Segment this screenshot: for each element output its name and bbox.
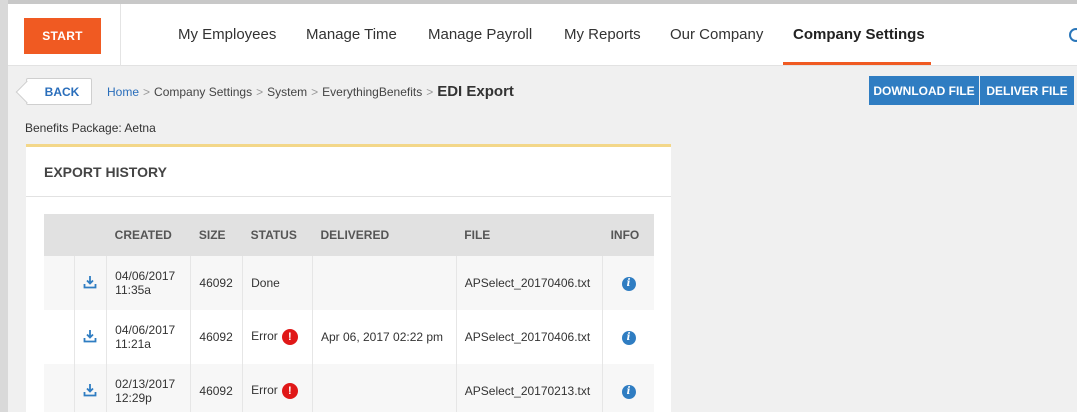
row-leading-cell	[44, 310, 75, 364]
row-leading-cell	[44, 364, 75, 412]
col-header-status: STATUS	[242, 214, 313, 256]
error-icon[interactable]: !	[281, 329, 298, 345]
card-title: EXPORT HISTORY	[26, 147, 671, 197]
status-text: Error	[251, 329, 278, 344]
back-button[interactable]: BACK	[15, 78, 92, 105]
nav-item-manage-payroll[interactable]: Manage Payroll	[428, 4, 532, 66]
info-cell[interactable]: i	[602, 364, 654, 412]
back-arrow-icon	[15, 80, 39, 104]
status-cell: Error!	[242, 364, 313, 412]
created-time: 11:35a	[115, 283, 151, 297]
nav-item-company-settings[interactable]: Company Settings	[793, 4, 925, 66]
page-title: EDI Export	[437, 83, 514, 100]
export-history-card: EXPORT HISTORY CREATED SIZE STATUS DELIV…	[26, 144, 671, 412]
col-header-file: FILE	[456, 214, 603, 256]
nav-item-my-employees[interactable]: My Employees	[178, 4, 276, 66]
created-date: 02/13/2017	[115, 377, 176, 391]
info-icon[interactable]: i	[621, 385, 636, 399]
download-icon[interactable]	[83, 329, 97, 346]
delivered-cell	[311, 364, 457, 412]
delivered-cell	[311, 256, 457, 310]
nav-item-manage-time[interactable]: Manage Time	[306, 4, 397, 66]
export-history-table: CREATED SIZE STATUS DELIVERED FILE INFO …	[44, 214, 654, 412]
size-cell: 46092	[190, 256, 243, 310]
col-header-created: CREATED	[106, 214, 191, 256]
info-icon[interactable]: i	[621, 331, 636, 345]
col-header-delivered: DELIVERED	[312, 214, 457, 256]
breadcrumb-company-settings[interactable]: Company Settings	[154, 85, 252, 99]
row-leading-cell	[44, 256, 75, 310]
download-cell[interactable]	[74, 256, 107, 310]
breadcrumb-separator: >	[143, 85, 151, 99]
col-header-spacer	[74, 214, 107, 256]
file-cell: APSelect_20170406.txt	[455, 256, 603, 310]
status-cell: Done	[242, 256, 313, 310]
download-icon[interactable]	[83, 275, 97, 292]
file-cell: APSelect_20170213.txt	[455, 364, 603, 412]
active-tab-indicator	[783, 62, 931, 65]
col-header-download	[44, 214, 75, 256]
breadcrumb-separator: >	[311, 85, 319, 99]
table-header-row: CREATED SIZE STATUS DELIVERED FILE INFO	[44, 214, 654, 256]
info-cell[interactable]: i	[602, 310, 654, 364]
nav-item-our-company[interactable]: Our Company	[670, 4, 763, 66]
created-date: 04/06/2017	[115, 269, 176, 283]
top-nav: START My Employees Manage Time Manage Pa…	[8, 4, 1077, 66]
start-button[interactable]: START	[24, 18, 101, 54]
search-icon[interactable]	[1069, 28, 1077, 42]
created-time: 11:21a	[115, 337, 151, 351]
file-cell: APSelect_20170406.txt	[455, 310, 603, 364]
nav-item-my-reports[interactable]: My Reports	[564, 4, 641, 66]
breadcrumb-everythingbenefits[interactable]: EverythingBenefits	[322, 85, 422, 99]
info-icon[interactable]: i	[621, 277, 636, 291]
download-cell[interactable]	[74, 310, 107, 364]
status-cell: Error!	[242, 310, 313, 364]
size-cell: 46092	[190, 310, 243, 364]
created-cell: 02/13/2017 12:29p	[106, 364, 191, 412]
created-date: 04/06/2017	[115, 323, 176, 337]
breadcrumb-separator: >	[426, 85, 434, 99]
breadcrumb-system[interactable]: System	[267, 85, 307, 99]
breadcrumb-home[interactable]: Home	[107, 85, 139, 99]
download-icon[interactable]	[83, 383, 97, 400]
delivered-cell: Apr 06, 2017 02:22 pm	[311, 310, 457, 364]
status-text: Done	[251, 276, 280, 290]
table-row: 04/06/2017 11:21a 46092 Error! Apr 06, 2017 …	[44, 310, 654, 364]
table-row: 04/06/2017 11:35a 46092 Done APSelect_201704…	[44, 256, 654, 310]
created-cell: 04/06/2017 11:35a	[106, 256, 191, 310]
download-file-button[interactable]: DOWNLOAD FILE	[869, 76, 979, 105]
back-button-label: BACK	[44, 84, 80, 99]
created-time: 12:29p	[115, 391, 152, 405]
deliver-file-button[interactable]: DELIVER FILE	[980, 76, 1074, 105]
col-header-info: INFO	[602, 214, 654, 256]
nav-divider	[120, 4, 121, 66]
download-cell[interactable]	[74, 364, 107, 412]
error-icon[interactable]: !	[281, 383, 298, 399]
status-text: Error	[251, 383, 278, 398]
table-row: 02/13/2017 12:29p 46092 Error! APSelect_2017…	[44, 364, 654, 412]
breadcrumb: Home > Company Settings > System > EverythingB…	[107, 83, 514, 100]
window-frame-left	[0, 0, 8, 412]
breadcrumb-separator: >	[256, 85, 264, 99]
benefits-package-label: Benefits Package: Aetna	[25, 121, 156, 135]
created-cell: 04/06/2017 11:21a	[106, 310, 191, 364]
info-cell[interactable]: i	[602, 256, 654, 310]
col-header-size: SIZE	[190, 214, 243, 256]
size-cell: 46092	[190, 364, 243, 412]
